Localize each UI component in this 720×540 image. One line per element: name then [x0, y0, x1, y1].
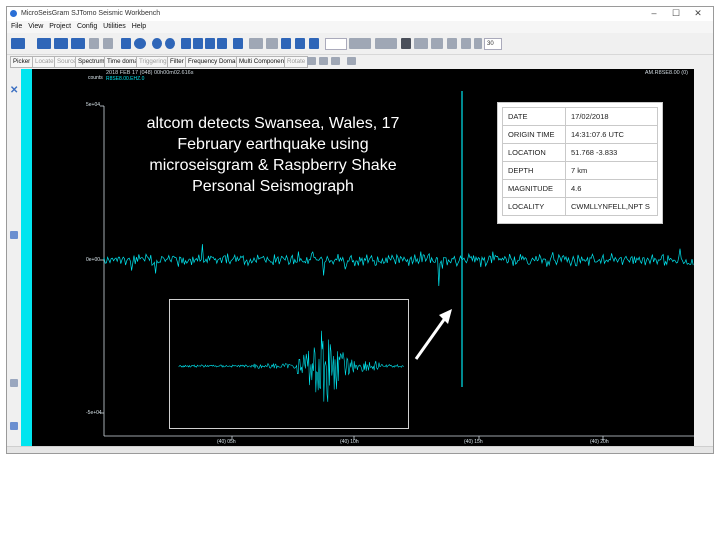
- zoom-out-icon[interactable]: [165, 38, 175, 49]
- locate-button[interactable]: Locate: [32, 56, 57, 68]
- extra-icon[interactable]: [347, 57, 356, 65]
- menu-config[interactable]: Config: [77, 23, 97, 30]
- stack-icon[interactable]: [89, 38, 99, 49]
- multi-component-button[interactable]: Multi Component: [236, 56, 289, 68]
- maximize-button[interactable]: ☐: [665, 8, 687, 19]
- mode-toolbar: Picker Locate Source Spectrum Time domai…: [7, 55, 713, 68]
- info-key: DATE: [502, 107, 566, 126]
- options-icon[interactable]: [134, 38, 146, 49]
- signal-icon[interactable]: [431, 38, 443, 49]
- vertical-scrollbar[interactable]: [694, 69, 713, 447]
- grid-icon[interactable]: [401, 38, 411, 49]
- settings-icon[interactable]: [103, 38, 113, 49]
- refresh-icon[interactable]: [461, 38, 471, 49]
- event-arrow-icon: [414, 313, 450, 360]
- info-key: MAGNITUDE: [502, 179, 566, 198]
- minimize-button[interactable]: –: [643, 8, 665, 18]
- x-tick-label-1: (40) 05h: [217, 439, 236, 445]
- prev-icon[interactable]: [193, 38, 203, 49]
- table-row: DATE 17/02/2018: [502, 107, 658, 126]
- picker-button[interactable]: Picker: [10, 56, 34, 68]
- save-icon[interactable]: [233, 38, 243, 49]
- edit-icon[interactable]: [309, 38, 319, 49]
- info-key: LOCATION: [502, 143, 566, 162]
- y-tick-label-zero: 0e+00: [86, 257, 101, 263]
- side-panel: ✕: [7, 69, 21, 453]
- close-panel-icon[interactable]: ✕: [10, 85, 18, 96]
- table-row: LOCALITY CWMLLYNFELL,NPT S: [502, 197, 658, 216]
- x-tick-label-2: (40) 10h: [340, 439, 359, 445]
- info-value: 7 km: [565, 161, 658, 180]
- menu-bar: File View Project Config Utilities Help: [7, 21, 713, 33]
- event-info-table: DATE 17/02/2018 ORIGIN TIME 14:31:07.6 UTC…: [502, 107, 658, 216]
- filter-icon[interactable]: [281, 38, 291, 49]
- frequency-domain-button[interactable]: Frequency Domain: [185, 56, 244, 68]
- info-value: 51.768 -3.833: [565, 143, 658, 162]
- spectrum-button[interactable]: Spectrum: [75, 56, 108, 68]
- app-window: MicroSeisGram SJTomo Seismic Workbench –…: [6, 6, 714, 454]
- table-row: DEPTH 7 km: [502, 161, 658, 180]
- horizontal-scrollbar[interactable]: [7, 446, 713, 453]
- spectrogram-icon[interactable]: [414, 38, 428, 49]
- menu-utilities[interactable]: Utilities: [103, 23, 126, 30]
- trace-view-3-icon[interactable]: [71, 38, 85, 49]
- info-key: LOCALITY: [502, 197, 566, 216]
- integral-icon[interactable]: [319, 57, 328, 65]
- info-value: CWMLLYNFELL,NPT S: [565, 197, 658, 216]
- toolbar-field-1[interactable]: [325, 38, 347, 50]
- info-value: 4.6: [565, 179, 658, 198]
- mark-icon[interactable]: [447, 38, 457, 49]
- event-annotation: altcom detects Swansea, Wales, 17 Februa…: [146, 115, 400, 195]
- range-slider-2-icon[interactable]: [375, 38, 397, 49]
- menu-file[interactable]: File: [11, 23, 22, 30]
- info-value: 17/02/2018: [565, 107, 658, 126]
- trace-view-1-icon[interactable]: [37, 38, 51, 49]
- traces-layout-icon[interactable]: [11, 38, 25, 49]
- app-logo-icon: [10, 10, 17, 17]
- pick-icon[interactable]: [474, 38, 482, 49]
- panel-tool-icon[interactable]: [10, 231, 18, 239]
- seismic-trace: [103, 244, 694, 287]
- range-slider-icon[interactable]: [349, 38, 371, 49]
- event-info-panel: DATE 17/02/2018 ORIGIN TIME 14:31:07.6 UTC…: [497, 102, 663, 224]
- info-key: ORIGIN TIME: [502, 125, 566, 144]
- main-toolbar: 30: [7, 34, 713, 55]
- table-row: MAGNITUDE 4.6: [502, 179, 658, 198]
- info-value: 14:31:07.6 UTC: [565, 125, 658, 144]
- function-icon[interactable]: [307, 57, 316, 65]
- y-tick-label-top: 5e+04: [86, 102, 101, 108]
- zoom-in-icon[interactable]: [152, 38, 162, 49]
- triggering-button[interactable]: Triggering: [136, 56, 170, 68]
- window-controls: – ☐ ✕: [643, 8, 709, 19]
- x-tick-label-4: (40) 20h: [590, 439, 609, 445]
- derivative-icon[interactable]: [331, 57, 340, 65]
- trace-view-2-icon[interactable]: [54, 38, 68, 49]
- menu-help[interactable]: Help: [132, 23, 146, 30]
- info-key: DEPTH: [502, 161, 566, 180]
- close-button[interactable]: ✕: [687, 8, 709, 19]
- lock-icon[interactable]: [121, 38, 131, 49]
- zoom-inset-box: [169, 299, 409, 429]
- rotate-button[interactable]: Rotate: [284, 56, 309, 68]
- menu-project[interactable]: Project: [49, 23, 71, 30]
- panel-export-icon[interactable]: [10, 422, 18, 430]
- initial-icon[interactable]: [249, 38, 263, 49]
- x-tick-label-3: (40) 15h: [464, 439, 483, 445]
- trace-selection-strip[interactable]: [21, 69, 32, 447]
- y-tick-label-bottom: -5e+04: [86, 410, 102, 416]
- list-icon[interactable]: [295, 38, 305, 49]
- menu-view[interactable]: View: [28, 23, 43, 30]
- title-bar: MicroSeisGram SJTomo Seismic Workbench –…: [7, 7, 713, 21]
- panel-marker-icon[interactable]: [10, 379, 18, 387]
- first-icon[interactable]: [181, 38, 191, 49]
- window-title: MicroSeisGram SJTomo Seismic Workbench: [21, 10, 161, 17]
- previous-view-icon[interactable]: [266, 38, 278, 49]
- seismogram-plot[interactable]: 2018 FEB 17 (048) 00h00m02.616s AM.R8SE8…: [32, 69, 694, 447]
- filter-button[interactable]: Filter: [167, 56, 187, 68]
- next-icon[interactable]: [205, 38, 215, 49]
- toolbar-field-2[interactable]: 30: [484, 38, 502, 50]
- last-icon[interactable]: [217, 38, 227, 49]
- table-row: LOCATION 51.768 -3.833: [502, 143, 658, 162]
- table-row: ORIGIN TIME 14:31:07.6 UTC: [502, 125, 658, 144]
